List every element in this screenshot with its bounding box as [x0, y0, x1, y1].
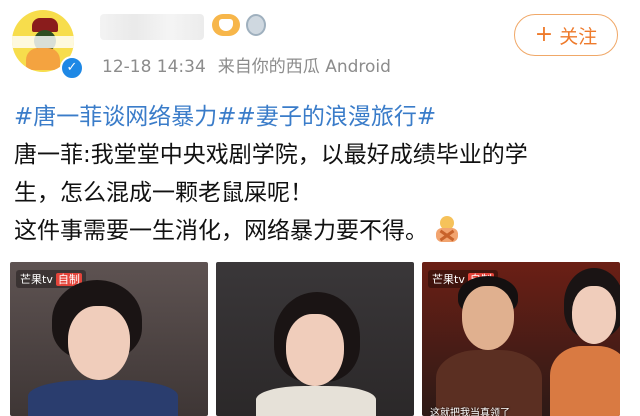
post-meta: 12-18 14:34 来自你的西瓜 Android [102, 52, 403, 77]
mango-tv-logo-text-3: 芒果tv [432, 273, 465, 286]
post-image-2[interactable] [216, 262, 414, 416]
post-line-3: 这件事需要一生消化，网络暴力要不得。 [14, 212, 626, 250]
post-header: ✓ 12-18 14:34 来自你的西瓜 Android + 关注 [0, 0, 640, 96]
follow-label: 关注 [559, 25, 598, 48]
post-image-3[interactable]: 芒果tv自制 这就把我当真领了 [422, 262, 620, 416]
plus-icon: + [534, 22, 554, 47]
avatar-blur [12, 36, 74, 48]
post-line-3-text: 这件事需要一生消化，网络暴力要不得。 [14, 218, 428, 244]
post-line-2: 生，怎么混成一颗老鼠屎呢！ [14, 180, 313, 206]
mango-tv-logo-text: 芒果tv [20, 273, 53, 286]
image-grid: 芒果tv自制 芒果tv自制 这就把我当真领了 [10, 262, 620, 416]
post-image-1[interactable]: 芒果tv 自制 [10, 262, 208, 416]
follow-button[interactable]: + 关注 [514, 14, 618, 56]
avatar-body [26, 48, 60, 70]
timestamp: 12-18 14:34 [102, 57, 206, 77]
username[interactable] [100, 14, 204, 40]
subtitle-caption: 这就把我当真领了 [430, 408, 510, 416]
hashtag-links[interactable]: #唐一菲谈网络暴力##妻子的浪漫旅行# [14, 98, 626, 136]
post-source[interactable]: 来自你的西瓜 Android [218, 57, 391, 77]
post-body: #唐一菲谈网络暴力##妻子的浪漫旅行# 唐一菲:我堂堂中央戏剧学院，以最好成绩毕… [14, 98, 626, 250]
level-crown-icon[interactable] [212, 14, 240, 36]
verified-badge-icon: ✓ [60, 56, 84, 80]
medal-icon[interactable] [246, 14, 266, 36]
post-line-1: 唐一菲:我堂堂中央戏剧学院，以最好成绩毕业的学 [14, 142, 528, 168]
no-gesture-emoji-icon [434, 216, 460, 242]
